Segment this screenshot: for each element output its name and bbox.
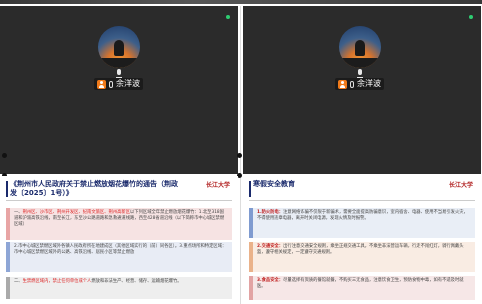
status-indicator: [226, 15, 230, 19]
participant-video-tile[interactable]: 余洋波: [243, 6, 481, 174]
content-block: 2.交通安全：出行注意交通安全规则，乘坐正规交通工具，不乘坐非法营运车辆，行走不…: [249, 242, 475, 272]
participant-name: 余洋波: [116, 79, 140, 88]
divider: [6, 200, 232, 201]
content-block: 3.食品安全：尽量选择有资质的餐馆就餐，不购买三无食品，注意饮食卫生，预防食物中…: [249, 276, 475, 300]
mic-icon: [357, 69, 363, 78]
resize-handle[interactable]: [237, 153, 242, 158]
status-indicator: [469, 15, 473, 19]
title-accent: [249, 181, 251, 197]
content-block: 2.市中心城区禁燃区域外各镇人民政府所在地建成区（其他区域实行的（前）同各区）。…: [6, 242, 232, 272]
slide-title: 寒假安全教育: [253, 180, 295, 188]
user-icon: [97, 79, 106, 89]
content-block: 一、荆州区、沙市区、荆州开发区、纪南文旅区、荆州高新区以下列区域全年禁止燃放烟花…: [6, 208, 232, 240]
university-logo: 长江大学: [205, 182, 230, 189]
divider: [249, 200, 475, 201]
shared-slide: 《荆州市人民政府关于禁止燃放烟花爆竹的通告（荆政发〔2025〕1号）》 长江大学…: [0, 176, 238, 304]
participant-video-tile[interactable]: 余洋波: [0, 6, 238, 174]
content-block: 二、生禁燃区域内，禁止任何单位或个人燃放和非法生产、经营、储存、运输烟花爆竹。: [6, 277, 232, 299]
user-icon: [338, 79, 347, 89]
slide-title: 《荆州市人民政府关于禁止燃放烟花爆竹的通告（荆政发〔2025〕1号）》: [10, 180, 178, 197]
resize-handle[interactable]: [2, 153, 7, 158]
mic-icon: [109, 80, 113, 88]
content-block: 1.防火防电：注意网络诈骗不仅限于新骗术，需要全面提高防骗意识，室内宿舍、电器、…: [249, 208, 475, 238]
mic-icon: [116, 69, 122, 78]
avatar: [98, 26, 140, 68]
avatar: [339, 26, 381, 68]
mic-icon: [350, 80, 354, 88]
shared-slide: 寒假安全教育 长江大学 1.防火防电：注意网络诈骗不仅限于新骗术，需要全面提高防…: [243, 176, 481, 304]
participant-nametag: 余洋波: [94, 78, 143, 90]
university-logo: 长江大学: [448, 182, 473, 189]
participant-name: 余洋波: [357, 79, 381, 88]
title-accent: [6, 181, 8, 197]
participant-nametag: 余洋波: [335, 78, 384, 90]
